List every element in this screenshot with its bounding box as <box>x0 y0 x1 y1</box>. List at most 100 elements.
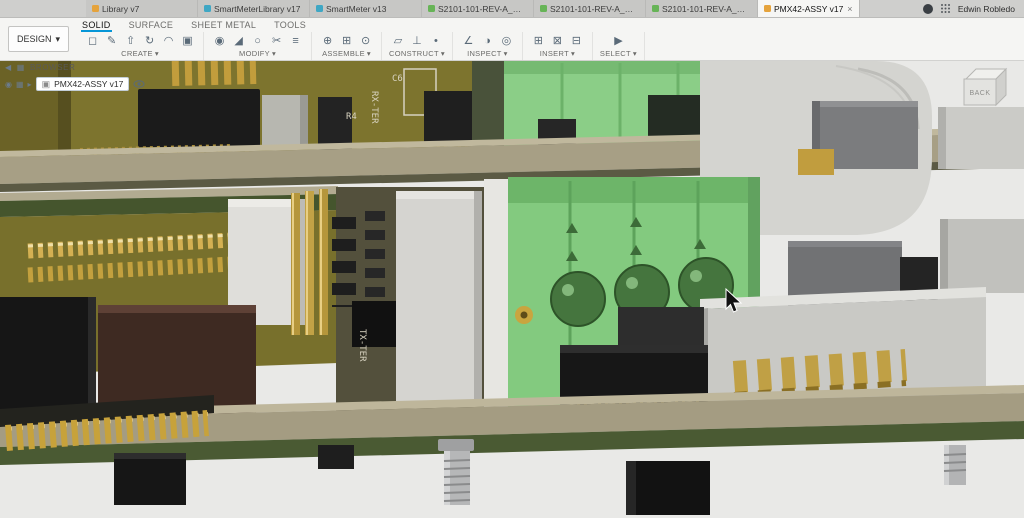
insert-mesh-icon[interactable]: ⊞ <box>530 33 547 49</box>
toolbar-group-assemble: ⊕ ⊞ ⊙ ASSEMBLE ▾ <box>312 32 382 60</box>
assemble-group-dropdown[interactable]: ASSEMBLE ▾ <box>322 49 371 60</box>
document-icon <box>204 5 211 12</box>
select-cursor-icon[interactable]: ▶ <box>610 33 627 49</box>
silkscreen-label-tx: TX-TER <box>357 329 367 362</box>
close-tab-icon[interactable]: × <box>847 4 852 14</box>
sweep-icon[interactable]: ◠ <box>160 33 177 49</box>
insert-group-dropdown[interactable]: INSERT ▾ <box>540 49 575 60</box>
browser-title: BROWSER <box>30 63 76 72</box>
tab-label: SmartMeterLibrary v17 <box>214 4 300 14</box>
construction-plane-icon[interactable]: ▱ <box>389 33 406 49</box>
tab-label: Library v7 <box>102 4 139 14</box>
inspect-group-dropdown[interactable]: INSPECT ▾ <box>467 49 508 60</box>
visibility-eye-icon[interactable] <box>133 79 145 89</box>
viewcube[interactable]: BACK <box>956 65 1010 116</box>
ribbon-tab-tools[interactable]: TOOLS <box>273 20 307 32</box>
tab-smartmeter[interactable]: SmartMeter v13 <box>310 0 422 17</box>
tab-library[interactable]: Library v7 <box>86 0 198 17</box>
silkscreen-label-r4: R4 <box>346 112 357 122</box>
tab-smartmeterlibrary[interactable]: SmartMeterLibrary v17 <box>198 0 310 17</box>
3d-viewport[interactable]: C6 R4 RX-TER <box>0 61 1024 517</box>
construct-group-dropdown[interactable]: CONSTRUCT ▾ <box>389 49 445 60</box>
black-connector-bottom <box>114 453 186 505</box>
ribbon-tab-sheet-metal[interactable]: SHEET METAL <box>190 20 257 32</box>
decal-icon[interactable]: ⊟ <box>568 33 585 49</box>
document-icon <box>92 5 99 12</box>
drive-joints-icon[interactable]: ⊙ <box>357 33 374 49</box>
gray-box-right-mid <box>940 219 1024 293</box>
gray-box-right <box>938 107 1024 169</box>
document-icon <box>428 5 435 12</box>
select-group-dropdown[interactable]: SELECT ▾ <box>600 49 637 60</box>
chevron-down-icon: ▾ <box>155 49 159 58</box>
split-body-icon[interactable]: ✂ <box>268 33 285 49</box>
silkscreen-label-c6: C6 <box>392 74 403 84</box>
ribbon-tab-solid[interactable]: SOLID <box>81 20 112 32</box>
3d-viewport-scene[interactable]: C6 R4 RX-TER <box>0 61 1024 517</box>
dark-component <box>648 95 700 137</box>
user-name[interactable]: Edwin Robledo <box>958 4 1015 14</box>
app-badge-icon[interactable] <box>923 4 933 14</box>
toolbar-groups: ◻ ✎ ⇧ ↻ ◠ ▣ CREATE ▾ ◉ ◢ ○ ✂ <box>77 32 1024 60</box>
tab-demoversion-v6[interactable]: S2101-101-REV-A_DEMOVERSION v6 <box>646 0 758 17</box>
construction-point-icon[interactable]: • <box>427 33 444 49</box>
shell-icon[interactable]: ○ <box>249 33 266 49</box>
press-pull-icon[interactable]: ◉ <box>211 33 228 49</box>
tab-label: S2101-101-REV-A_DEMOVERSION v20 <box>550 4 639 14</box>
construction-axis-icon[interactable]: ⊥ <box>408 33 425 49</box>
interference-icon[interactable]: ◎ <box>498 33 515 49</box>
chevron-down-icon: ▾ <box>441 49 445 58</box>
chevron-down-icon: ▾ <box>367 49 371 58</box>
dark-component <box>618 307 704 349</box>
section-analysis-icon[interactable]: ◑ <box>479 33 496 49</box>
rigid-group-icon[interactable]: ⊞ <box>338 33 355 49</box>
new-component-icon[interactable]: ◻ <box>84 33 101 49</box>
apps-grid-icon[interactable] <box>940 3 951 14</box>
expand-chevron-icon[interactable]: ▸ <box>28 80 32 89</box>
create-sketch-icon[interactable]: ✎ <box>103 33 120 49</box>
assembly-root-chip[interactable]: ▣ PMX42-ASSY v17 <box>36 77 130 91</box>
collapse-panel-icon[interactable]: ◀ <box>5 63 12 72</box>
modify-group-dropdown[interactable]: MODIFY ▾ <box>239 49 276 60</box>
chevron-down-icon: ▾ <box>56 34 61 45</box>
silkscreen-label-rx: RX-TER <box>369 91 379 124</box>
record-icon[interactable]: ◉ <box>5 80 12 89</box>
document-icon <box>652 5 659 12</box>
black-connector <box>138 89 260 147</box>
smd-ic <box>424 91 474 145</box>
black-box-bottom <box>626 461 710 515</box>
ribbon-toolbar: DESIGN ▾ SOLID SURFACE SHEET METAL TOOLS… <box>0 18 1024 61</box>
insert-svg-icon[interactable]: ⊠ <box>549 33 566 49</box>
ribbon-tabs: SOLID SURFACE SHEET METAL TOOLS <box>77 18 1024 32</box>
document-icon <box>316 5 323 12</box>
viewcube-face-label[interactable]: BACK <box>969 90 990 97</box>
design-menu-button[interactable]: DESIGN ▾ <box>8 26 69 52</box>
toolbar-group-modify: ◉ ◢ ○ ✂ ≡ MODIFY ▾ <box>204 32 312 60</box>
box-primitive-icon[interactable]: ▣ <box>179 33 196 49</box>
assembly-name: PMX42-ASSY v17 <box>54 79 123 89</box>
tabbar-right-area: Edwin Robledo <box>914 0 1024 17</box>
browser-root-item[interactable]: ◉ ▦ ▸ ▣ PMX42-ASSY v17 <box>5 77 145 91</box>
chevron-down-icon: ▾ <box>504 49 508 58</box>
tab-demoversion-v20[interactable]: S2101-101-REV-A_DEMOVERSION v20 <box>534 0 646 17</box>
tab-label: S2101-101-REV-A_DEMOVERSION v1 <box>438 4 527 14</box>
toolbar-group-insert: ⊞ ⊠ ⊟ INSERT ▾ <box>523 32 593 60</box>
document-tabbar: Library v7 SmartMeterLibrary v17 SmartMe… <box>0 0 1024 18</box>
chevron-down-icon: ▾ <box>633 49 637 58</box>
change-parameters-icon[interactable]: ≡ <box>287 33 304 49</box>
white-panel <box>484 179 510 415</box>
chevron-down-icon: ▾ <box>571 49 575 58</box>
view-grid-icon[interactable]: ▦ <box>16 80 24 89</box>
panel-grid-icon[interactable]: ▦ <box>17 63 25 72</box>
create-group-dropdown[interactable]: CREATE ▾ <box>121 49 159 60</box>
measure-icon[interactable]: ∠ <box>460 33 477 49</box>
fillet-icon[interactable]: ◢ <box>230 33 247 49</box>
browser-panel: ◀ ▦ BROWSER ◉ ▦ ▸ ▣ PMX42-ASSY v17 <box>5 63 145 91</box>
joint-icon[interactable]: ⊕ <box>319 33 336 49</box>
revolve-icon[interactable]: ↻ <box>141 33 158 49</box>
ribbon-tab-surface[interactable]: SURFACE <box>128 20 175 32</box>
extrude-icon[interactable]: ⇧ <box>122 33 139 49</box>
tab-pmx42-assy-active[interactable]: PMX42-ASSY v17 × <box>758 0 860 17</box>
tall-gray-relay <box>396 191 482 405</box>
tab-demoversion-v1[interactable]: S2101-101-REV-A_DEMOVERSION v1 <box>422 0 534 17</box>
